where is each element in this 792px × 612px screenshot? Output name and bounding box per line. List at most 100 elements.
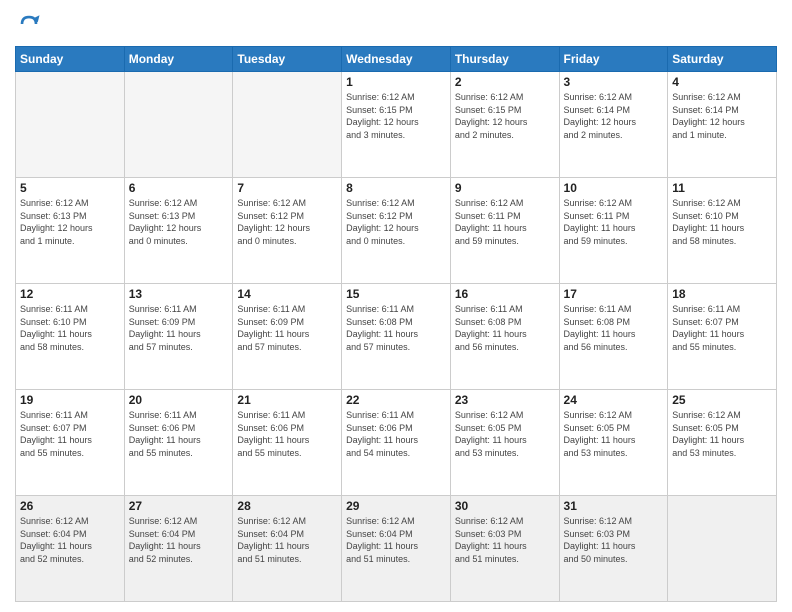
day-cell: 25Sunrise: 6:12 AM Sunset: 6:05 PM Dayli…	[668, 390, 777, 496]
day-cell: 19 Sunrise: 6:11 AM Sunset: 6:07 PM Dayli…	[16, 390, 125, 496]
logo-icon	[15, 10, 43, 38]
day-number: 23	[455, 393, 555, 407]
day-cell: 3Sunrise: 6:12 AM Sunset: 6:14 PM Daylig…	[559, 72, 668, 178]
weekday-header-monday: Monday	[124, 47, 233, 72]
day-cell: 18 Sunrise: 6:11 AM Sunset: 6:07 PM Dayli…	[668, 284, 777, 390]
day-cell: 1 Sunrise: 6:12 AM Sunset: 6:15 PM Daylig…	[342, 72, 451, 178]
day-info: Sunrise: 6:12 AM Sunset: 6:04 PM Dayligh…	[20, 515, 120, 565]
day-cell: 16 Sunrise: 6:11 AM Sunset: 6:08 PM Dayli…	[450, 284, 559, 390]
day-info: Sunrise: 6:11 AM Sunset: 6:08 PM Dayligh…	[346, 303, 446, 353]
day-info: Sunrise: 6:11 AM Sunset: 6:07 PM Dayligh…	[672, 303, 772, 353]
day-cell: 10 Sunrise: 6:12 AM Sunset: 6:11 PM Dayli…	[559, 178, 668, 284]
weekday-header-tuesday: Tuesday	[233, 47, 342, 72]
day-number: 5	[20, 181, 120, 195]
day-number: 12	[20, 287, 120, 301]
day-cell: 23 Sunrise: 6:12 AM Sunset: 6:05 PM Dayli…	[450, 390, 559, 496]
day-cell: 14 Sunrise: 6:11 AM Sunset: 6:09 PM Dayli…	[233, 284, 342, 390]
day-info: Sunrise: 6:11 AM Sunset: 6:10 PM Dayligh…	[20, 303, 120, 353]
day-number: 19	[20, 393, 120, 407]
day-info: Sunrise: 6:12 AM Sunset: 6:04 PM Dayligh…	[237, 515, 337, 565]
day-info: Sunrise: 6:12 AM Sunset: 6:03 PM Dayligh…	[564, 515, 664, 565]
day-info: Sunrise: 6:12 AM Sunset: 6:03 PM Dayligh…	[455, 515, 555, 565]
day-cell: 20 Sunrise: 6:11 AM Sunset: 6:06 PM Dayli…	[124, 390, 233, 496]
day-number: 4	[672, 75, 772, 89]
day-info: Sunrise: 6:12 AM Sunset: 6:11 PM Dayligh…	[564, 197, 664, 247]
day-info: Sunrise: 6:12 AM Sunset: 6:15 PM Dayligh…	[346, 91, 446, 141]
day-cell: 2Sunrise: 6:12 AM Sunset: 6:15 PM Daylig…	[450, 72, 559, 178]
day-info: Sunrise: 6:12 AM Sunset: 6:11 PM Dayligh…	[455, 197, 555, 247]
day-cell: 30Sunrise: 6:12 AM Sunset: 6:03 PM Dayli…	[450, 496, 559, 602]
day-number: 22	[346, 393, 446, 407]
day-number: 27	[129, 499, 229, 513]
day-number: 1	[346, 75, 446, 89]
day-number: 17	[564, 287, 664, 301]
day-cell: 8 Sunrise: 6:12 AM Sunset: 6:12 PM Daylig…	[342, 178, 451, 284]
page: SundayMondayTuesdayWednesdayThursdayFrid…	[0, 0, 792, 612]
day-number: 9	[455, 181, 555, 195]
day-cell: 7 Sunrise: 6:12 AM Sunset: 6:12 PM Daylig…	[233, 178, 342, 284]
calendar-table: SundayMondayTuesdayWednesdayThursdayFrid…	[15, 46, 777, 602]
day-number: 13	[129, 287, 229, 301]
day-cell: 15 Sunrise: 6:11 AM Sunset: 6:08 PM Dayli…	[342, 284, 451, 390]
day-number: 15	[346, 287, 446, 301]
day-number: 18	[672, 287, 772, 301]
day-info: Sunrise: 6:12 AM Sunset: 6:12 PM Dayligh…	[346, 197, 446, 247]
weekday-header-row: SundayMondayTuesdayWednesdayThursdayFrid…	[16, 47, 777, 72]
day-cell: 9 Sunrise: 6:12 AM Sunset: 6:11 PM Daylig…	[450, 178, 559, 284]
day-cell	[124, 72, 233, 178]
day-info: Sunrise: 6:12 AM Sunset: 6:05 PM Dayligh…	[455, 409, 555, 459]
header	[15, 10, 777, 38]
day-cell: 4 Sunrise: 6:12 AM Sunset: 6:14 PM Daylig…	[668, 72, 777, 178]
day-cell: 12 Sunrise: 6:11 AM Sunset: 6:10 PM Dayli…	[16, 284, 125, 390]
day-cell: 29Sunrise: 6:12 AM Sunset: 6:04 PM Dayli…	[342, 496, 451, 602]
day-number: 29	[346, 499, 446, 513]
day-info: Sunrise: 6:11 AM Sunset: 6:09 PM Dayligh…	[237, 303, 337, 353]
day-cell: 6 Sunrise: 6:12 AM Sunset: 6:13 PM Daylig…	[124, 178, 233, 284]
weekday-header-sunday: Sunday	[16, 47, 125, 72]
day-info: Sunrise: 6:11 AM Sunset: 6:09 PM Dayligh…	[129, 303, 229, 353]
day-info: Sunrise: 6:11 AM Sunset: 6:07 PM Dayligh…	[20, 409, 120, 459]
week-row-3: 12 Sunrise: 6:11 AM Sunset: 6:10 PM Dayli…	[16, 284, 777, 390]
day-number: 14	[237, 287, 337, 301]
weekday-header-wednesday: Wednesday	[342, 47, 451, 72]
day-info: Sunrise: 6:12 AM Sunset: 6:14 PM Dayligh…	[672, 91, 772, 141]
day-cell	[668, 496, 777, 602]
day-info: Sunrise: 6:11 AM Sunset: 6:08 PM Dayligh…	[564, 303, 664, 353]
day-info: Sunrise: 6:12 AM Sunset: 6:04 PM Dayligh…	[129, 515, 229, 565]
day-cell: 11Sunrise: 6:12 AM Sunset: 6:10 PM Dayli…	[668, 178, 777, 284]
logo	[15, 10, 47, 38]
day-number: 26	[20, 499, 120, 513]
day-number: 10	[564, 181, 664, 195]
day-info: Sunrise: 6:11 AM Sunset: 6:08 PM Dayligh…	[455, 303, 555, 353]
day-info: Sunrise: 6:12 AM Sunset: 6:13 PM Dayligh…	[129, 197, 229, 247]
day-info: Sunrise: 6:11 AM Sunset: 6:06 PM Dayligh…	[129, 409, 229, 459]
day-number: 20	[129, 393, 229, 407]
day-number: 2	[455, 75, 555, 89]
day-info: Sunrise: 6:12 AM Sunset: 6:05 PM Dayligh…	[564, 409, 664, 459]
day-info: Sunrise: 6:12 AM Sunset: 6:14 PM Dayligh…	[564, 91, 664, 141]
day-info: Sunrise: 6:11 AM Sunset: 6:06 PM Dayligh…	[346, 409, 446, 459]
day-cell: 28 Sunrise: 6:12 AM Sunset: 6:04 PM Dayli…	[233, 496, 342, 602]
day-number: 21	[237, 393, 337, 407]
day-number: 16	[455, 287, 555, 301]
day-info: Sunrise: 6:12 AM Sunset: 6:13 PM Dayligh…	[20, 197, 120, 247]
day-info: Sunrise: 6:12 AM Sunset: 6:12 PM Dayligh…	[237, 197, 337, 247]
day-number: 31	[564, 499, 664, 513]
day-cell: 21 Sunrise: 6:11 AM Sunset: 6:06 PM Dayli…	[233, 390, 342, 496]
day-cell: 13 Sunrise: 6:11 AM Sunset: 6:09 PM Dayli…	[124, 284, 233, 390]
day-cell: 26 Sunrise: 6:12 AM Sunset: 6:04 PM Dayli…	[16, 496, 125, 602]
day-info: Sunrise: 6:11 AM Sunset: 6:06 PM Dayligh…	[237, 409, 337, 459]
day-number: 8	[346, 181, 446, 195]
day-info: Sunrise: 6:12 AM Sunset: 6:05 PM Dayligh…	[672, 409, 772, 459]
day-number: 7	[237, 181, 337, 195]
day-cell: 5 Sunrise: 6:12 AM Sunset: 6:13 PM Daylig…	[16, 178, 125, 284]
day-number: 11	[672, 181, 772, 195]
weekday-header-thursday: Thursday	[450, 47, 559, 72]
day-number: 28	[237, 499, 337, 513]
week-row-5: 26 Sunrise: 6:12 AM Sunset: 6:04 PM Dayli…	[16, 496, 777, 602]
day-cell: 31 Sunrise: 6:12 AM Sunset: 6:03 PM Dayli…	[559, 496, 668, 602]
week-row-1: 1 Sunrise: 6:12 AM Sunset: 6:15 PM Daylig…	[16, 72, 777, 178]
day-cell	[16, 72, 125, 178]
day-cell: 22 Sunrise: 6:11 AM Sunset: 6:06 PM Dayli…	[342, 390, 451, 496]
day-number: 6	[129, 181, 229, 195]
